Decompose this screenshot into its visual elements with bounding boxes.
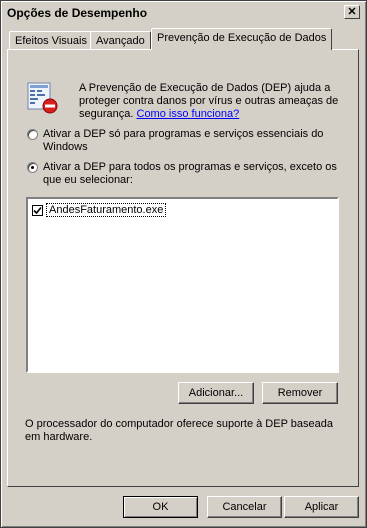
tab-visual-effects[interactable]: Efeitos Visuais xyxy=(9,31,93,49)
cancel-button-label: Cancelar xyxy=(222,501,267,513)
add-button[interactable]: Adicionar... xyxy=(178,382,254,404)
exception-name: AndesFaturamento.exe xyxy=(46,203,167,217)
option-essential-label[interactable]: Ativar a DEP só para programas e serviço… xyxy=(43,128,323,154)
option-essential-line2: Windows xyxy=(43,141,88,153)
window-title: Opções de Desempenho xyxy=(7,6,148,20)
tab-data-execution-prevention[interactable]: Prevenção de Execução de Dados xyxy=(151,28,333,50)
exception-checkbox[interactable] xyxy=(32,204,43,216)
cancel-button[interactable]: Cancelar xyxy=(207,496,282,518)
help-link[interactable]: Como isso funciona? xyxy=(137,108,240,120)
hardware-support-note: O processador do computador oferece supo… xyxy=(25,418,333,443)
radio-all-except-selected[interactable] xyxy=(27,162,38,173)
option-all-line2: que eu selecionar: xyxy=(43,174,133,186)
ok-button-label: OK xyxy=(152,501,169,513)
close-icon: ✕ xyxy=(347,5,357,18)
remove-button[interactable]: Remover xyxy=(262,382,338,404)
close-button[interactable]: ✕ xyxy=(344,5,360,19)
exceptions-list[interactable]: AndesFaturamento.exe xyxy=(26,197,339,373)
add-button-label: Adicionar... xyxy=(188,387,244,399)
radio-essential-only[interactable] xyxy=(27,129,38,140)
dep-shield-icon xyxy=(27,82,58,114)
tab-label: Efeitos Visuais xyxy=(15,35,87,47)
list-item[interactable]: AndesFaturamento.exe xyxy=(32,203,167,217)
tab-advanced[interactable]: Avançado xyxy=(90,31,151,49)
tab-label: Avançado xyxy=(96,35,145,47)
title-bar[interactable]: Opções de Desempenho ✕ xyxy=(3,3,364,22)
checkmark-icon xyxy=(33,206,42,214)
tab-label: Prevenção de Execução de Dados xyxy=(157,32,327,44)
ok-button[interactable]: OK xyxy=(123,496,198,518)
apply-button-label: Aplicar xyxy=(304,501,339,513)
option-all-label[interactable]: Ativar a DEP para todos os programas e s… xyxy=(43,161,337,187)
option-all-line1: Ativar a DEP para todos os programas e s… xyxy=(43,161,337,173)
remove-button-label: Remover xyxy=(277,387,323,399)
dep-description: A Prevenção de Execução de Dados (DEP) a… xyxy=(79,82,347,121)
option-essential-line1: Ativar a DEP só para programas e serviço… xyxy=(43,128,324,140)
performance-options-dialog: Opções de Desempenho ✕ Efeitos Visuais A… xyxy=(0,0,367,528)
apply-button[interactable]: Aplicar xyxy=(284,496,359,518)
